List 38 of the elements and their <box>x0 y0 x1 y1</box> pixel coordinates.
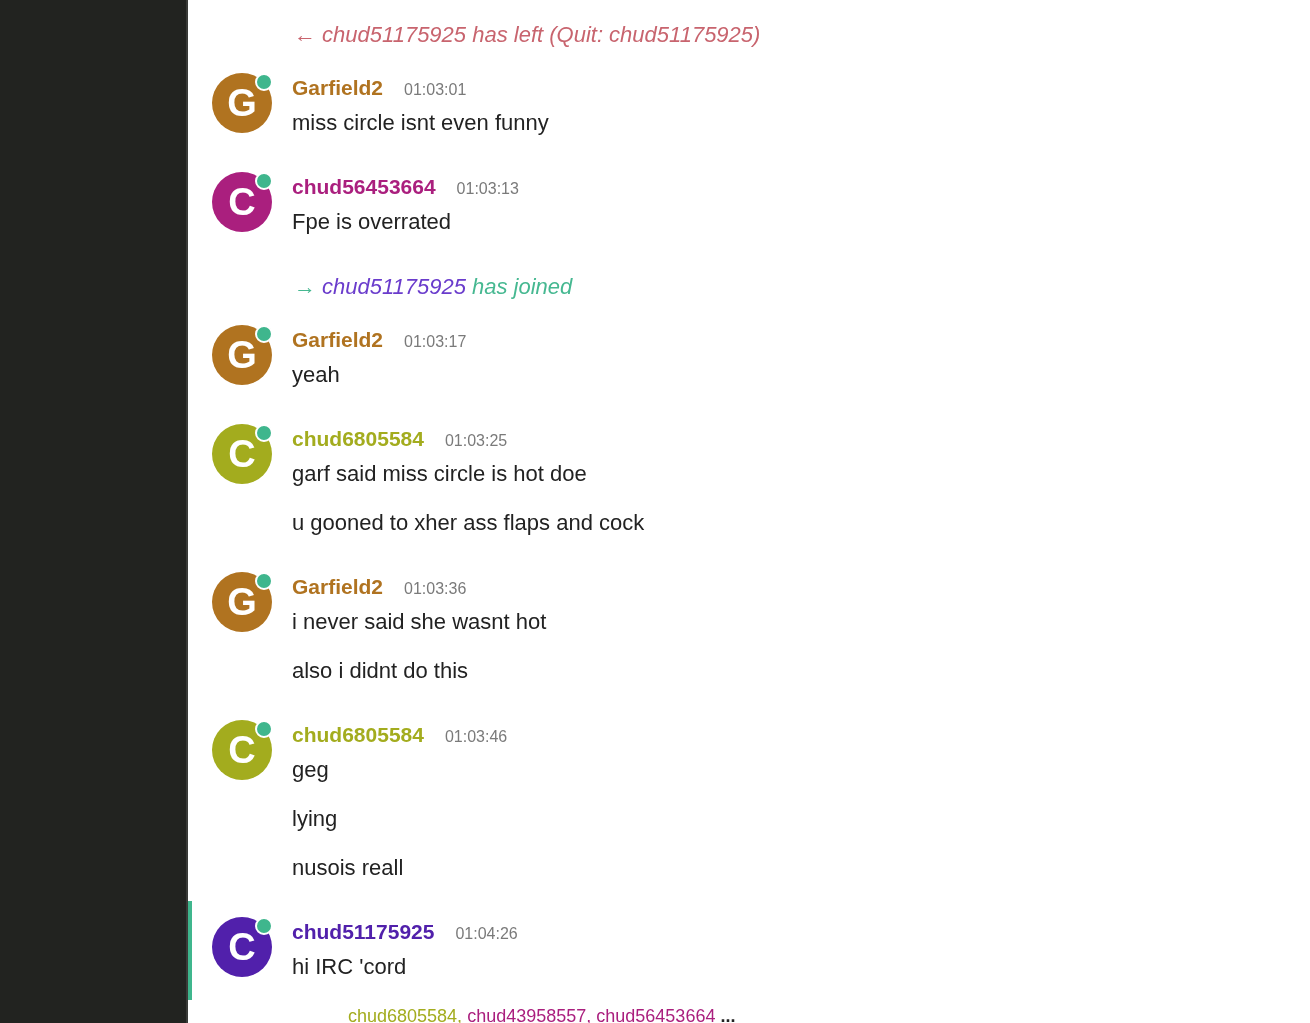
message-text: hi IRC 'cord <box>292 955 408 979</box>
username[interactable]: chud6805584 <box>292 723 424 747</box>
message-text: i never said she wasnt hot <box>292 610 547 634</box>
timestamp: 01:03:13 <box>456 180 519 198</box>
timestamp: 01:03:17 <box>404 333 467 351</box>
username[interactable]: chud6805584 <box>292 427 424 451</box>
message-text: also i didnt do this <box>292 659 470 683</box>
event-text: → <box>294 275 316 299</box>
avatar[interactable]: C <box>212 172 272 232</box>
event-text: chud51175925 <box>322 275 466 299</box>
timestamp: 01:03:01 <box>404 81 467 99</box>
avatar[interactable]: G <box>212 325 272 385</box>
username[interactable]: chud56453664 <box>292 175 436 199</box>
avatar[interactable]: G <box>212 572 272 632</box>
message-text: garf said miss circle is hot doe <box>292 462 588 486</box>
typing-ellipsis: ... <box>720 1006 736 1023</box>
avatar[interactable]: C <box>212 424 272 484</box>
username[interactable]: Garfield2 <box>292 575 384 599</box>
message-text: yeah <box>292 363 341 387</box>
timestamp: 01:03:36 <box>404 580 467 598</box>
username[interactable]: Garfield2 <box>292 76 384 100</box>
avatar[interactable]: C <box>212 720 272 780</box>
message-text: Fpe is overrated <box>292 210 452 234</box>
message-text: geg <box>292 758 330 782</box>
timestamp: 01:03:46 <box>444 728 508 746</box>
message-text: lying <box>292 807 339 831</box>
message-text: u gooned to xher ass flaps and cock <box>292 511 645 535</box>
timestamp: 01:03:25 <box>444 432 508 450</box>
typing-username: chud56453664 <box>596 1006 716 1023</box>
message-text: miss circle isnt even funny <box>292 111 549 135</box>
username[interactable]: chud51175925 <box>292 920 435 944</box>
message-text: nusois reall <box>292 856 405 880</box>
event-text: ← chud51175925 has left (Quit: chud51175925) <box>294 23 761 47</box>
avatar[interactable]: G <box>212 73 272 133</box>
timestamp: 01:04:26 <box>455 925 518 943</box>
avatar[interactable]: C <box>212 917 272 977</box>
event-text: has joined <box>471 275 573 299</box>
username[interactable]: Garfield2 <box>292 328 384 352</box>
